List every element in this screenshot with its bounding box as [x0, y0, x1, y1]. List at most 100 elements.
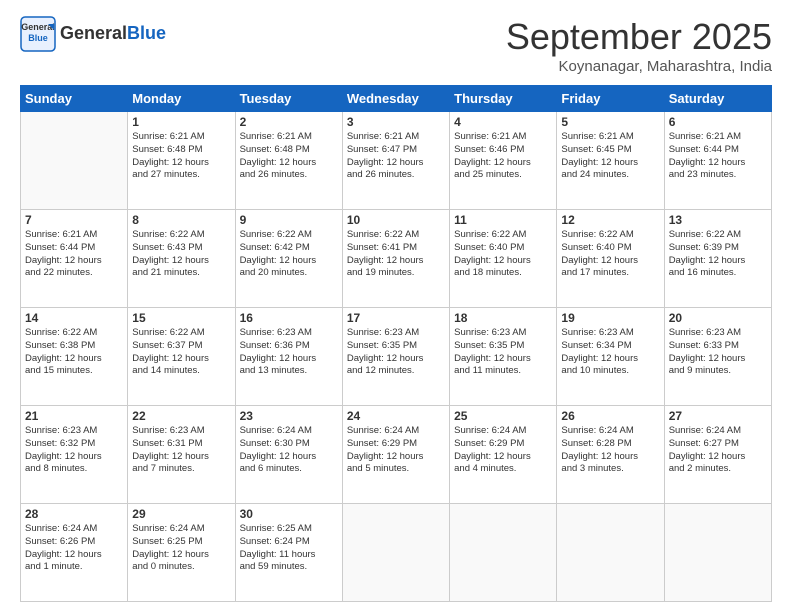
- month-title: September 2025: [506, 16, 772, 58]
- cell-info: Sunrise: 6:23 AM Sunset: 6:35 PM Dayligh…: [347, 327, 445, 378]
- cell-info: Sunrise: 6:21 AM Sunset: 6:47 PM Dayligh…: [347, 131, 445, 182]
- cell-info: Sunrise: 6:24 AM Sunset: 6:28 PM Dayligh…: [561, 425, 659, 476]
- calendar-cell: 12 Sunrise: 6:22 AM Sunset: 6:40 PM Dayli…: [557, 210, 664, 308]
- col-header-tuesday: Tuesday: [235, 86, 342, 112]
- day-number: 14: [25, 311, 123, 325]
- calendar-week-row: 14 Sunrise: 6:22 AM Sunset: 6:38 PM Dayli…: [21, 308, 772, 406]
- calendar-cell: 1 Sunrise: 6:21 AM Sunset: 6:48 PM Daylig…: [128, 112, 235, 210]
- day-number: 7: [25, 213, 123, 227]
- day-number: 5: [561, 115, 659, 129]
- day-number: 4: [454, 115, 552, 129]
- day-number: 15: [132, 311, 230, 325]
- cell-info: Sunrise: 6:23 AM Sunset: 6:33 PM Dayligh…: [669, 327, 767, 378]
- calendar-cell: 17 Sunrise: 6:23 AM Sunset: 6:35 PM Dayli…: [342, 308, 449, 406]
- header: General Blue GeneralBlue September 2025 …: [20, 16, 772, 75]
- col-header-sunday: Sunday: [21, 86, 128, 112]
- calendar-table: SundayMondayTuesdayWednesdayThursdayFrid…: [20, 85, 772, 602]
- cell-info: Sunrise: 6:24 AM Sunset: 6:30 PM Dayligh…: [240, 425, 338, 476]
- calendar-cell: 14 Sunrise: 6:22 AM Sunset: 6:38 PM Dayli…: [21, 308, 128, 406]
- cell-info: Sunrise: 6:24 AM Sunset: 6:26 PM Dayligh…: [25, 523, 123, 574]
- calendar-cell: 13 Sunrise: 6:22 AM Sunset: 6:39 PM Dayli…: [664, 210, 771, 308]
- day-number: 21: [25, 409, 123, 423]
- cell-info: Sunrise: 6:25 AM Sunset: 6:24 PM Dayligh…: [240, 523, 338, 574]
- day-number: 20: [669, 311, 767, 325]
- calendar-cell: 4 Sunrise: 6:21 AM Sunset: 6:46 PM Daylig…: [450, 112, 557, 210]
- calendar-cell: 28Sunrise: 6:24 AM Sunset: 6:26 PM Dayli…: [21, 504, 128, 602]
- calendar-cell: 22Sunrise: 6:23 AM Sunset: 6:31 PM Dayli…: [128, 406, 235, 504]
- day-number: 3: [347, 115, 445, 129]
- logo: General Blue GeneralBlue: [20, 16, 166, 52]
- calendar-cell: 20 Sunrise: 6:23 AM Sunset: 6:33 PM Dayli…: [664, 308, 771, 406]
- cell-info: Sunrise: 6:23 AM Sunset: 6:34 PM Dayligh…: [561, 327, 659, 378]
- cell-info: Sunrise: 6:24 AM Sunset: 6:27 PM Dayligh…: [669, 425, 767, 476]
- cell-info: Sunrise: 6:21 AM Sunset: 6:46 PM Dayligh…: [454, 131, 552, 182]
- calendar-cell: [450, 504, 557, 602]
- calendar-cell: [342, 504, 449, 602]
- calendar-cell: [664, 504, 771, 602]
- cell-info: Sunrise: 6:21 AM Sunset: 6:44 PM Dayligh…: [25, 229, 123, 280]
- day-number: 9: [240, 213, 338, 227]
- svg-text:General: General: [21, 22, 55, 32]
- calendar-cell: 5 Sunrise: 6:21 AM Sunset: 6:45 PM Daylig…: [557, 112, 664, 210]
- col-header-wednesday: Wednesday: [342, 86, 449, 112]
- day-number: 12: [561, 213, 659, 227]
- cell-info: Sunrise: 6:22 AM Sunset: 6:42 PM Dayligh…: [240, 229, 338, 280]
- cell-info: Sunrise: 6:21 AM Sunset: 6:48 PM Dayligh…: [132, 131, 230, 182]
- calendar-cell: 30Sunrise: 6:25 AM Sunset: 6:24 PM Dayli…: [235, 504, 342, 602]
- cell-info: Sunrise: 6:24 AM Sunset: 6:29 PM Dayligh…: [454, 425, 552, 476]
- cell-info: Sunrise: 6:23 AM Sunset: 6:35 PM Dayligh…: [454, 327, 552, 378]
- calendar-cell: 7 Sunrise: 6:21 AM Sunset: 6:44 PM Daylig…: [21, 210, 128, 308]
- calendar-cell: 2Sunrise: 6:21 AM Sunset: 6:48 PM Daylig…: [235, 112, 342, 210]
- cell-info: Sunrise: 6:22 AM Sunset: 6:38 PM Dayligh…: [25, 327, 123, 378]
- calendar-cell: 29 Sunrise: 6:24 AM Sunset: 6:25 PM Dayli…: [128, 504, 235, 602]
- calendar-week-row: 1 Sunrise: 6:21 AM Sunset: 6:48 PM Daylig…: [21, 112, 772, 210]
- calendar-cell: 11 Sunrise: 6:22 AM Sunset: 6:40 PM Dayli…: [450, 210, 557, 308]
- cell-info: Sunrise: 6:21 AM Sunset: 6:44 PM Dayligh…: [669, 131, 767, 182]
- cell-info: Sunrise: 6:23 AM Sunset: 6:31 PM Dayligh…: [132, 425, 230, 476]
- cell-info: Sunrise: 6:24 AM Sunset: 6:29 PM Dayligh…: [347, 425, 445, 476]
- cell-info: Sunrise: 6:22 AM Sunset: 6:39 PM Dayligh…: [669, 229, 767, 280]
- day-number: 29: [132, 507, 230, 521]
- day-number: 13: [669, 213, 767, 227]
- calendar-cell: 26 Sunrise: 6:24 AM Sunset: 6:28 PM Dayli…: [557, 406, 664, 504]
- cell-info: Sunrise: 6:21 AM Sunset: 6:45 PM Dayligh…: [561, 131, 659, 182]
- cell-info: Sunrise: 6:22 AM Sunset: 6:43 PM Dayligh…: [132, 229, 230, 280]
- calendar-cell: [557, 504, 664, 602]
- cell-info: Sunrise: 6:23 AM Sunset: 6:36 PM Dayligh…: [240, 327, 338, 378]
- cell-info: Sunrise: 6:23 AM Sunset: 6:32 PM Dayligh…: [25, 425, 123, 476]
- cell-info: Sunrise: 6:24 AM Sunset: 6:25 PM Dayligh…: [132, 523, 230, 574]
- day-number: 1: [132, 115, 230, 129]
- page: General Blue GeneralBlue September 2025 …: [0, 0, 792, 612]
- day-number: 17: [347, 311, 445, 325]
- calendar-cell: 23 Sunrise: 6:24 AM Sunset: 6:30 PM Dayli…: [235, 406, 342, 504]
- cell-info: Sunrise: 6:22 AM Sunset: 6:40 PM Dayligh…: [561, 229, 659, 280]
- day-number: 27: [669, 409, 767, 423]
- cell-info: Sunrise: 6:21 AM Sunset: 6:48 PM Dayligh…: [240, 131, 338, 182]
- calendar-cell: 21 Sunrise: 6:23 AM Sunset: 6:32 PM Dayli…: [21, 406, 128, 504]
- day-number: 16: [240, 311, 338, 325]
- calendar-week-row: 28Sunrise: 6:24 AM Sunset: 6:26 PM Dayli…: [21, 504, 772, 602]
- calendar-cell: 27 Sunrise: 6:24 AM Sunset: 6:27 PM Dayli…: [664, 406, 771, 504]
- calendar-cell: 8 Sunrise: 6:22 AM Sunset: 6:43 PM Daylig…: [128, 210, 235, 308]
- day-number: 24: [347, 409, 445, 423]
- day-number: 10: [347, 213, 445, 227]
- calendar-week-row: 7 Sunrise: 6:21 AM Sunset: 6:44 PM Daylig…: [21, 210, 772, 308]
- cell-info: Sunrise: 6:22 AM Sunset: 6:40 PM Dayligh…: [454, 229, 552, 280]
- svg-text:Blue: Blue: [28, 33, 48, 43]
- calendar-cell: 16 Sunrise: 6:23 AM Sunset: 6:36 PM Dayli…: [235, 308, 342, 406]
- calendar-cell: 10Sunrise: 6:22 AM Sunset: 6:41 PM Dayli…: [342, 210, 449, 308]
- day-number: 11: [454, 213, 552, 227]
- calendar-cell: 25 Sunrise: 6:24 AM Sunset: 6:29 PM Dayli…: [450, 406, 557, 504]
- day-number: 26: [561, 409, 659, 423]
- calendar-cell: [21, 112, 128, 210]
- calendar-header-row: SundayMondayTuesdayWednesdayThursdayFrid…: [21, 86, 772, 112]
- day-number: 25: [454, 409, 552, 423]
- cell-info: Sunrise: 6:22 AM Sunset: 6:37 PM Dayligh…: [132, 327, 230, 378]
- location: Koynanagar, Maharashtra, India: [506, 58, 772, 75]
- calendar-cell: 9 Sunrise: 6:22 AM Sunset: 6:42 PM Daylig…: [235, 210, 342, 308]
- title-block: September 2025 Koynanagar, Maharashtra, …: [506, 16, 772, 75]
- calendar-cell: 19Sunrise: 6:23 AM Sunset: 6:34 PM Dayli…: [557, 308, 664, 406]
- day-number: 23: [240, 409, 338, 423]
- day-number: 8: [132, 213, 230, 227]
- col-header-friday: Friday: [557, 86, 664, 112]
